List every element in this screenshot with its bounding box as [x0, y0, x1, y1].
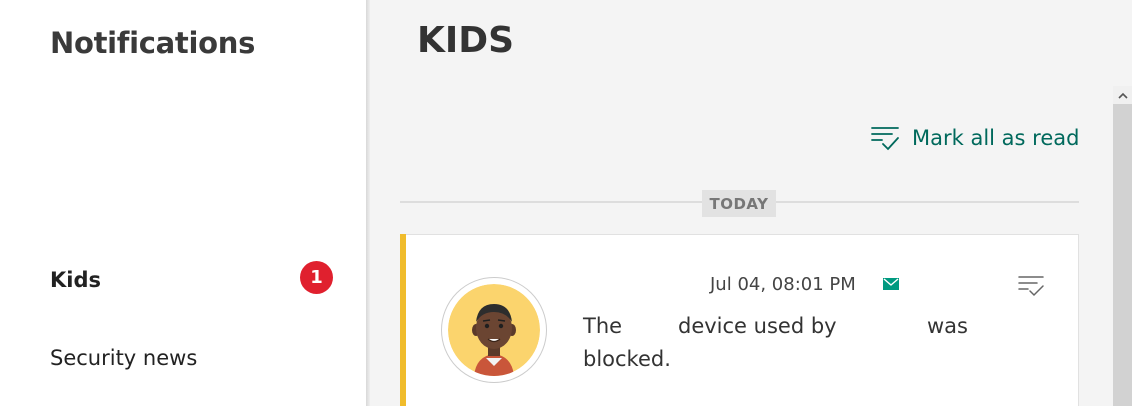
sidebar: Notifications Kids 1 Security news — [0, 0, 366, 406]
mark-all-as-read-label: Mark all as read — [912, 126, 1080, 150]
message-text-part: was — [927, 314, 968, 338]
notification-date: Jul 04, 08:01 PM — [710, 274, 856, 295]
scroll-up-button[interactable] — [1113, 86, 1132, 104]
unread-indicator — [400, 234, 406, 406]
child-avatar — [441, 277, 547, 383]
mark-all-as-read-button[interactable]: Mark all as read — [870, 125, 1079, 151]
envelope-icon — [883, 278, 899, 290]
chevron-up-icon — [1117, 92, 1128, 99]
message-text-part: device used by — [678, 314, 837, 338]
date-group-label: TODAY — [702, 190, 776, 217]
message-text-part: The — [583, 314, 623, 338]
mark-read-icon — [871, 127, 899, 151]
sidebar-item-security-news[interactable]: Security news — [50, 346, 197, 370]
sidebar-item-kids[interactable]: Kids — [50, 268, 101, 292]
mark-read-icon[interactable] — [1017, 274, 1045, 298]
sidebar-title: Notifications — [50, 26, 256, 60]
page-title: KIDS — [417, 20, 515, 61]
child-avatar-icon — [448, 284, 540, 376]
scrollbar[interactable] — [1113, 86, 1132, 406]
message-text-part: blocked. — [583, 347, 671, 371]
unread-count-badge: 1 — [300, 261, 333, 294]
sidebar-divider — [366, 0, 370, 406]
